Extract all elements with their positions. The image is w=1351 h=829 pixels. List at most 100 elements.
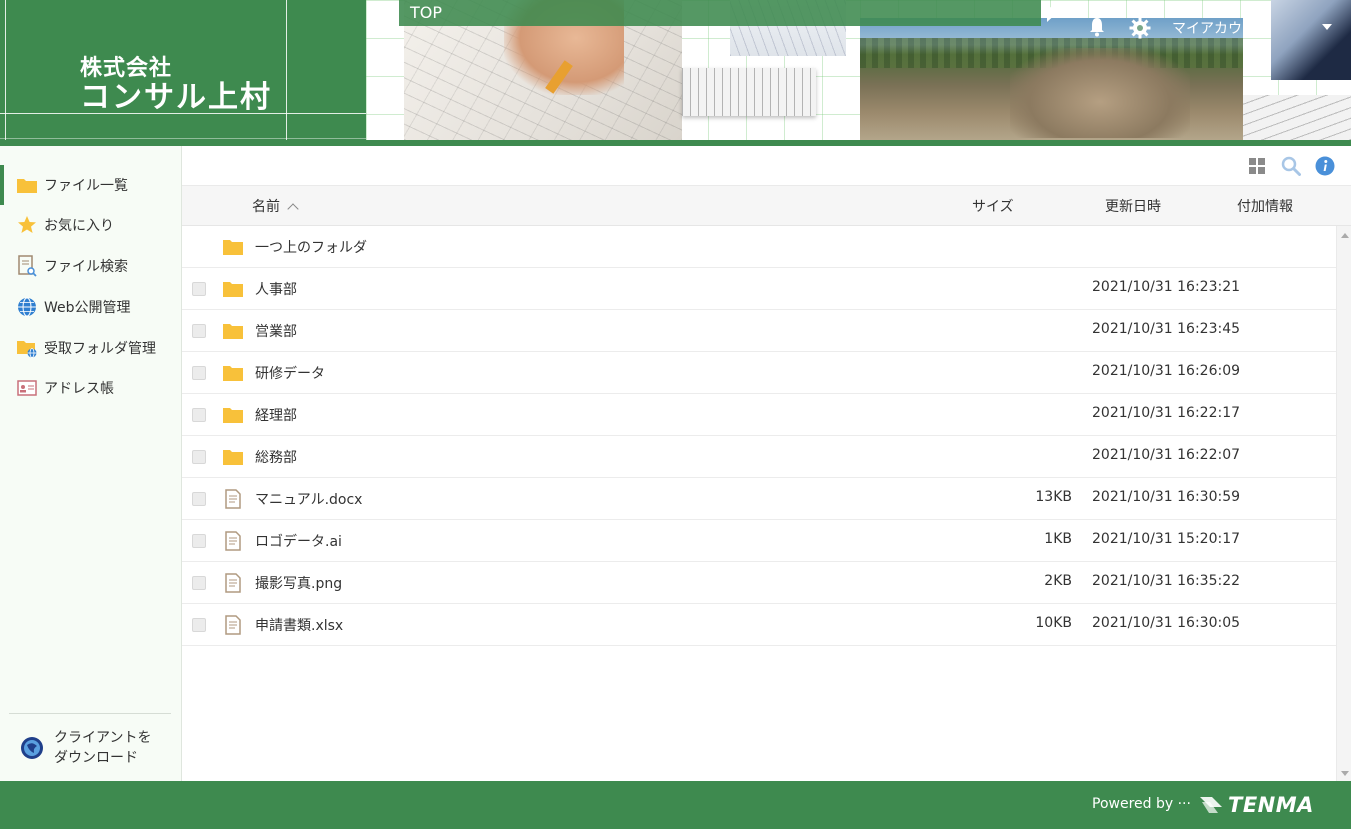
file-name[interactable]: 研修データ (255, 363, 325, 383)
file-table-body: 一つ上のフォルダ 人事部 2021/10/31 16:23:21 営業部 202… (182, 226, 1336, 646)
row-checkbox[interactable] (192, 282, 206, 296)
file-size: 10KB (1035, 615, 1072, 631)
inbox-folder-icon (16, 337, 38, 359)
table-row[interactable]: ロゴデータ.ai 1KB 2021/10/31 15:20:17 (182, 520, 1336, 562)
client-download-label: クライアントを ダウンロード (54, 730, 152, 766)
file-updated: 2021/10/31 15:20:17 (1092, 531, 1241, 547)
file-name[interactable]: 申請書類.xlsx (255, 615, 343, 635)
table-header: 名前 サイズ 更新日時 付加情報 (182, 186, 1351, 226)
sidebar-item-favorites[interactable]: お気に入り (0, 205, 181, 245)
sidebar-item-label: アドレス帳 (44, 381, 114, 397)
row-checkbox[interactable] (192, 450, 206, 464)
sidebar-divider (9, 713, 171, 714)
info-icon[interactable] (1315, 156, 1335, 176)
row-checkbox[interactable] (192, 534, 206, 548)
file-updated: 2021/10/31 16:30:59 (1092, 489, 1241, 505)
row-checkbox[interactable] (192, 492, 206, 506)
scroll-down-icon[interactable] (1341, 771, 1349, 776)
file-name[interactable]: マニュアル.docx (255, 489, 362, 509)
folder-icon (223, 324, 243, 339)
folder-icon (16, 174, 38, 196)
file-list-panel: 名前 サイズ 更新日時 付加情報 一つ上のフォルダ 人事部 2021/10/31… (182, 146, 1351, 781)
company-logo[interactable]: 株式会社 コンサル上村 (0, 0, 366, 140)
search-icon[interactable] (1281, 156, 1301, 176)
file-updated: 2021/10/31 16:23:45 (1092, 321, 1241, 337)
star-icon (16, 214, 38, 236)
document-icon (225, 615, 241, 635)
client-download-icon (21, 737, 43, 759)
client-download-button[interactable]: クライアントを ダウンロード (20, 726, 170, 770)
folder-icon (223, 282, 243, 297)
tenma-logo[interactable]: TENMA (1198, 790, 1328, 820)
file-name[interactable]: 経理部 (255, 405, 297, 425)
my-account-link[interactable]: マイアカウント (1172, 18, 1244, 40)
table-row[interactable]: 総務部 2021/10/31 16:22:07 (182, 436, 1336, 478)
row-checkbox[interactable] (192, 618, 206, 632)
column-header-extra-info[interactable]: 付加情報 (1237, 196, 1293, 216)
settings-gear-icon[interactable] (1129, 17, 1151, 39)
file-updated: 2021/10/31 16:30:05 (1092, 615, 1241, 631)
stair-drawing-photo (1243, 95, 1351, 140)
sidebar-item-file-search[interactable]: ファイル検索 (0, 246, 181, 286)
sidebar-item-file-list[interactable]: ファイル一覧 (0, 165, 181, 205)
sidebar-item-label: Web公開管理 (44, 300, 131, 316)
folder-icon (223, 450, 243, 465)
sidebar: ファイル一覧 お気に入り ファイル検索 Web公開管理 受取フォルダ管理 アドレ… (0, 146, 182, 781)
file-updated: 2021/10/31 16:23:21 (1092, 279, 1241, 295)
account-dropdown-icon[interactable] (1322, 24, 1332, 30)
file-search-icon (16, 255, 38, 277)
sidebar-item-address-book[interactable]: アドレス帳 (0, 368, 181, 408)
file-updated: 2021/10/31 16:22:07 (1092, 447, 1241, 463)
sort-ascending-icon[interactable] (287, 203, 299, 215)
file-name[interactable]: ロゴデータ.ai (255, 531, 342, 551)
header: 株式会社 コンサル上村 TOP マイアカウ (0, 0, 1351, 146)
sidebar-item-label: ファイル検索 (44, 259, 128, 275)
table-row[interactable]: 営業部 2021/10/31 16:23:45 (182, 310, 1336, 352)
table-row[interactable]: 申請書類.xlsx 10KB 2021/10/31 16:30:05 (182, 604, 1336, 646)
footer: Powered by ··· TENMA (0, 781, 1351, 829)
file-updated: 2021/10/31 16:22:17 (1092, 405, 1241, 421)
row-checkbox[interactable] (192, 366, 206, 380)
row-checkbox[interactable] (192, 408, 206, 422)
folder-icon (223, 366, 243, 381)
breadcrumb[interactable]: TOP (399, 0, 1041, 26)
breadcrumb-top[interactable]: TOP (410, 3, 442, 22)
toolbar (182, 146, 1351, 186)
column-header-name[interactable]: 名前 (252, 196, 299, 216)
brand-name: TENMA (1228, 793, 1314, 817)
sketch-photo (682, 68, 816, 116)
file-updated: 2021/10/31 16:35:22 (1092, 573, 1241, 589)
table-row[interactable]: 研修データ 2021/10/31 16:26:09 (182, 352, 1336, 394)
folder-icon (223, 408, 243, 423)
table-row[interactable]: 経理部 2021/10/31 16:22:17 (182, 394, 1336, 436)
notification-bell-icon[interactable] (1089, 17, 1105, 37)
file-size: 2KB (1044, 573, 1072, 589)
column-header-size[interactable]: サイズ (972, 196, 1014, 216)
scroll-up-icon[interactable] (1341, 233, 1349, 238)
row-checkbox[interactable] (192, 576, 206, 590)
tenma-wing-icon (1200, 797, 1222, 813)
sidebar-item-web-publish[interactable]: Web公開管理 (0, 287, 181, 327)
person-photo (1271, 0, 1351, 80)
sidebar-item-label: 受取フォルダ管理 (44, 341, 156, 357)
file-size: 13KB (1035, 489, 1072, 505)
breadcrumb-arrow-icon (1047, 4, 1057, 22)
powered-by-text: Powered by ··· (1092, 796, 1191, 812)
vertical-scrollbar[interactable] (1336, 226, 1351, 781)
sidebar-item-label: ファイル一覧 (44, 178, 128, 194)
grid-view-icon[interactable] (1247, 156, 1267, 176)
sidebar-item-inbox-folders[interactable]: 受取フォルダ管理 (0, 328, 181, 368)
file-updated: 2021/10/31 16:26:09 (1092, 363, 1241, 379)
folder-icon (223, 240, 243, 255)
document-icon (225, 489, 241, 509)
file-name[interactable]: 人事部 (255, 279, 297, 299)
table-row[interactable]: マニュアル.docx 13KB 2021/10/31 16:30:59 (182, 478, 1336, 520)
column-header-updated[interactable]: 更新日時 (1105, 196, 1161, 216)
file-name[interactable]: 営業部 (255, 321, 297, 341)
table-row[interactable]: 撮影写真.png 2KB 2021/10/31 16:35:22 (182, 562, 1336, 604)
table-row[interactable]: 人事部 2021/10/31 16:23:21 (182, 268, 1336, 310)
file-name[interactable]: 撮影写真.png (255, 573, 342, 593)
parent-folder-row[interactable]: 一つ上のフォルダ (182, 226, 1336, 268)
file-name[interactable]: 総務部 (255, 447, 297, 467)
row-checkbox[interactable] (192, 324, 206, 338)
